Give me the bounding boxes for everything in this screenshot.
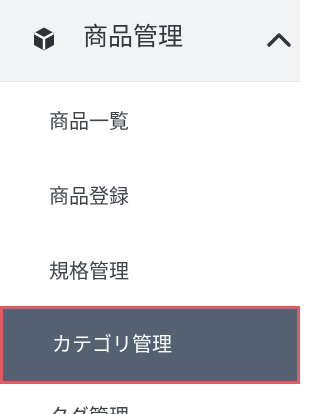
menu-item-label: 商品一覧 <box>49 109 129 133</box>
menu-item-label: タグ管理 <box>49 402 129 414</box>
menu-item-spec-management[interactable]: 規格管理 <box>0 230 300 302</box>
menu-item-category-management[interactable]: カテゴリ管理 <box>0 306 300 384</box>
menu-section-header[interactable]: 商品管理 <box>0 0 300 82</box>
menu-item-product-list[interactable]: 商品一覧 <box>0 82 300 154</box>
chevron-up-icon[interactable] <box>266 30 292 48</box>
section-title: 商品管理 <box>83 22 184 51</box>
menu-item-label: カテゴリ管理 <box>52 332 172 356</box>
menu-item-product-register[interactable]: 商品登録 <box>0 156 300 228</box>
menu-item-label: 規格管理 <box>49 259 129 283</box>
menu-item-label: 商品登録 <box>49 184 129 208</box>
box-icon <box>33 27 55 51</box>
menu-item-tag-management[interactable]: タグ管理 <box>0 392 300 414</box>
sidebar-menu: 商品管理 商品一覧 商品登録 規格管理 カテゴリ管理 タグ管理 <box>0 0 300 414</box>
